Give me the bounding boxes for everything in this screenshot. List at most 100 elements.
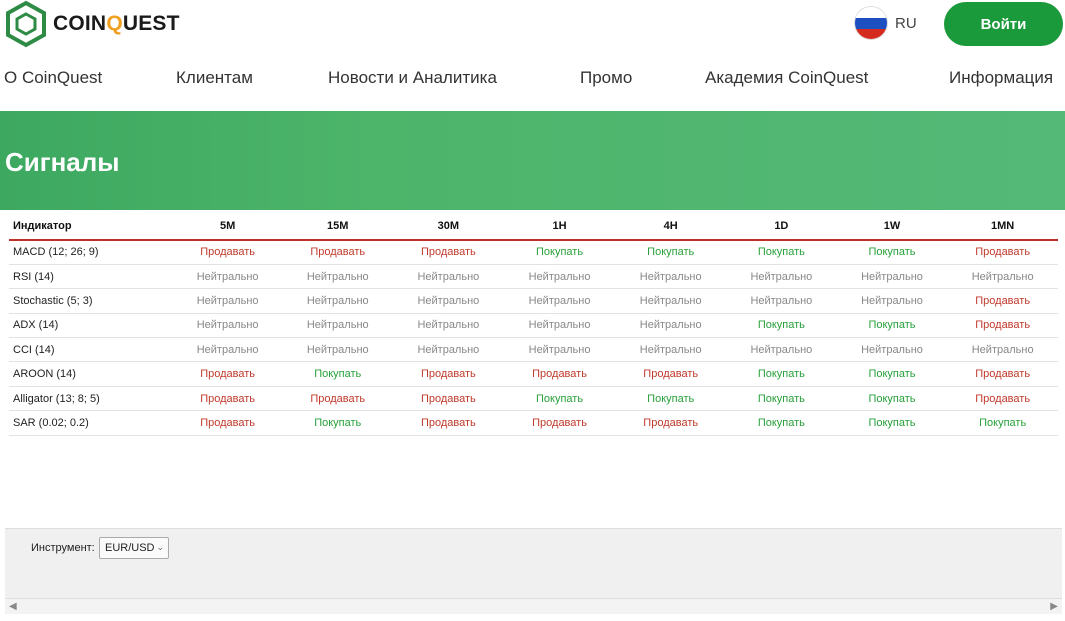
russia-flag-icon	[855, 7, 887, 39]
signals-table-container: Индикатор 5M 15M 30M 1H 4H 1D 1W 1MN MACD (12; 2…	[9, 212, 1058, 436]
nav-item-clients[interactable]: Клиентам	[176, 68, 253, 88]
page-banner: Сигналы	[0, 111, 1065, 210]
signal-cell: Продавать	[172, 361, 283, 387]
signal-cell: Покупать	[503, 386, 616, 412]
main-nav: О CoinQuest Клиентам Новости и Аналитика…	[0, 68, 1065, 92]
signal-cell: Нейтрально	[172, 337, 283, 363]
signal-cell: Нейтрально	[393, 288, 504, 314]
indicator-name: Stochastic (5; 3)	[9, 288, 173, 314]
signal-cell: Покупать	[615, 240, 727, 265]
indicator-name: RSI (14)	[9, 264, 173, 290]
signal-cell: Покупать	[615, 386, 727, 412]
chevron-down-icon: ⌄	[156, 542, 164, 552]
signal-cell: Продавать	[282, 386, 394, 412]
signal-cell: Покупать	[503, 240, 616, 265]
signal-cell: Нейтрально	[615, 264, 727, 290]
column-header-timeframe: 15M	[282, 212, 394, 241]
signal-cell: Нейтрально	[503, 313, 616, 339]
indicator-name: SAR (0.02; 0.2)	[9, 410, 173, 436]
signal-cell: Покупать	[947, 410, 1058, 436]
scroll-left-icon[interactable]: ◀	[9, 601, 17, 612]
horizontal-scrollbar[interactable]: ◀ ▶	[5, 598, 1062, 614]
nav-item-about[interactable]: О CoinQuest	[4, 68, 102, 88]
instrument-value: EUR/USD	[105, 542, 155, 554]
column-header-timeframe: 30M	[393, 212, 504, 241]
signal-cell: Продавать	[393, 361, 504, 387]
signal-cell: Покупать	[726, 410, 837, 436]
signal-cell: Нейтрально	[503, 337, 616, 363]
indicator-name: CCI (14)	[9, 337, 173, 363]
table-row: SAR (0.02; 0.2) Продавать Покупать Продават…	[9, 410, 1058, 436]
column-header-timeframe: 1W	[836, 212, 948, 241]
hexagon-logo-icon	[6, 0, 46, 48]
signal-cell: Нейтрально	[615, 288, 727, 314]
scroll-right-icon[interactable]: ▶	[1050, 601, 1058, 612]
column-header-timeframe: 1MN	[947, 212, 1058, 241]
signal-cell: Продавать	[172, 410, 283, 436]
signal-cell: Нейтрально	[726, 337, 837, 363]
signal-cell: Нейтрально	[282, 313, 394, 339]
table-row: CCI (14) Нейтрально Нейтрально Нейтрально Не…	[9, 337, 1058, 363]
signal-cell: Продавать	[503, 361, 616, 387]
signal-cell: Продавать	[947, 386, 1058, 412]
signal-cell: Нейтрально	[172, 313, 283, 339]
table-row: AROON (14) Продавать Покупать Продавать Прод…	[9, 361, 1058, 387]
table-header-row: Индикатор 5M 15M 30M 1H 4H 1D 1W 1MN	[9, 212, 1058, 241]
instrument-select[interactable]: EUR/USD ⌄	[99, 537, 169, 559]
login-button[interactable]: Войти	[944, 2, 1063, 46]
signal-cell: Продавать	[393, 410, 504, 436]
signal-cell: Покупать	[726, 386, 837, 412]
logo-text: COINQUEST	[53, 12, 180, 35]
instrument-panel: Инструмент: EUR/USD ⌄	[5, 528, 1062, 598]
signal-cell: Продавать	[947, 313, 1058, 339]
table-row: Stochastic (5; 3) Нейтрально Нейтрально Ней…	[9, 288, 1058, 314]
signal-cell: Нейтрально	[836, 288, 948, 314]
table-row: MACD (12; 26; 9) Продавать Продавать Продав…	[9, 240, 1058, 265]
instrument-label: Инструмент:	[31, 542, 95, 554]
signal-cell: Продавать	[503, 410, 616, 436]
signal-cell: Нейтрально	[836, 337, 948, 363]
table-row: RSI (14) Нейтрально Нейтрально Нейтрально Не…	[9, 264, 1058, 290]
signal-cell: Продавать	[615, 361, 727, 387]
nav-item-promo[interactable]: Промо	[580, 68, 632, 88]
signal-cell: Нейтрально	[503, 288, 616, 314]
signal-cell: Продавать	[393, 240, 504, 265]
page-title: Сигналы	[5, 147, 120, 177]
table-body: MACD (12; 26; 9) Продавать Продавать Продав…	[9, 240, 1058, 436]
signal-cell: Покупать	[836, 410, 948, 436]
signal-cell: Продавать	[947, 288, 1058, 314]
site-header: COINQUEST RU Войти О CoinQuest Клиентам …	[0, 0, 1065, 110]
signal-cell: Покупать	[282, 361, 394, 387]
language-selector[interactable]: RU	[855, 7, 917, 39]
signal-cell: Нейтрально	[615, 313, 727, 339]
signal-cell: Продавать	[615, 410, 727, 436]
signal-cell: Нейтрально	[947, 264, 1058, 290]
signal-cell: Нейтрально	[172, 264, 283, 290]
signal-cell: Покупать	[726, 313, 837, 339]
indicator-name: MACD (12; 26; 9)	[9, 240, 173, 265]
column-header-timeframe: 4H	[615, 212, 727, 241]
nav-item-academy[interactable]: Академия CoinQuest	[705, 68, 868, 88]
signals-table: Индикатор 5M 15M 30M 1H 4H 1D 1W 1MN MACD (12; 2…	[9, 212, 1058, 436]
signal-cell: Покупать	[836, 240, 948, 265]
signal-cell: Нейтрально	[615, 337, 727, 363]
column-header-timeframe: 1H	[503, 212, 616, 241]
indicator-name: ADX (14)	[9, 313, 173, 339]
signal-cell: Нейтрально	[503, 264, 616, 290]
nav-item-news[interactable]: Новости и Аналитика	[328, 68, 497, 88]
column-header-timeframe: 1D	[726, 212, 837, 241]
signal-cell: Продавать	[947, 240, 1058, 265]
language-label: RU	[895, 14, 917, 32]
indicator-name: AROON (14)	[9, 361, 173, 387]
nav-item-info[interactable]: Информация	[949, 68, 1053, 88]
signal-cell: Продавать	[947, 361, 1058, 387]
table-row: Alligator (13; 8; 5) Продавать Продавать Пр…	[9, 386, 1058, 412]
coinquest-logo[interactable]: COINQUEST	[4, 0, 180, 48]
indicator-name: Alligator (13; 8; 5)	[9, 386, 173, 412]
signal-cell: Покупать	[726, 361, 837, 387]
signal-cell: Продавать	[282, 240, 394, 265]
signal-cell: Нейтрально	[393, 313, 504, 339]
column-header-indicator: Индикатор	[9, 212, 173, 241]
table-row: ADX (14) Нейтрально Нейтрально Нейтрально Не…	[9, 313, 1058, 339]
signal-cell: Нейтрально	[726, 288, 837, 314]
